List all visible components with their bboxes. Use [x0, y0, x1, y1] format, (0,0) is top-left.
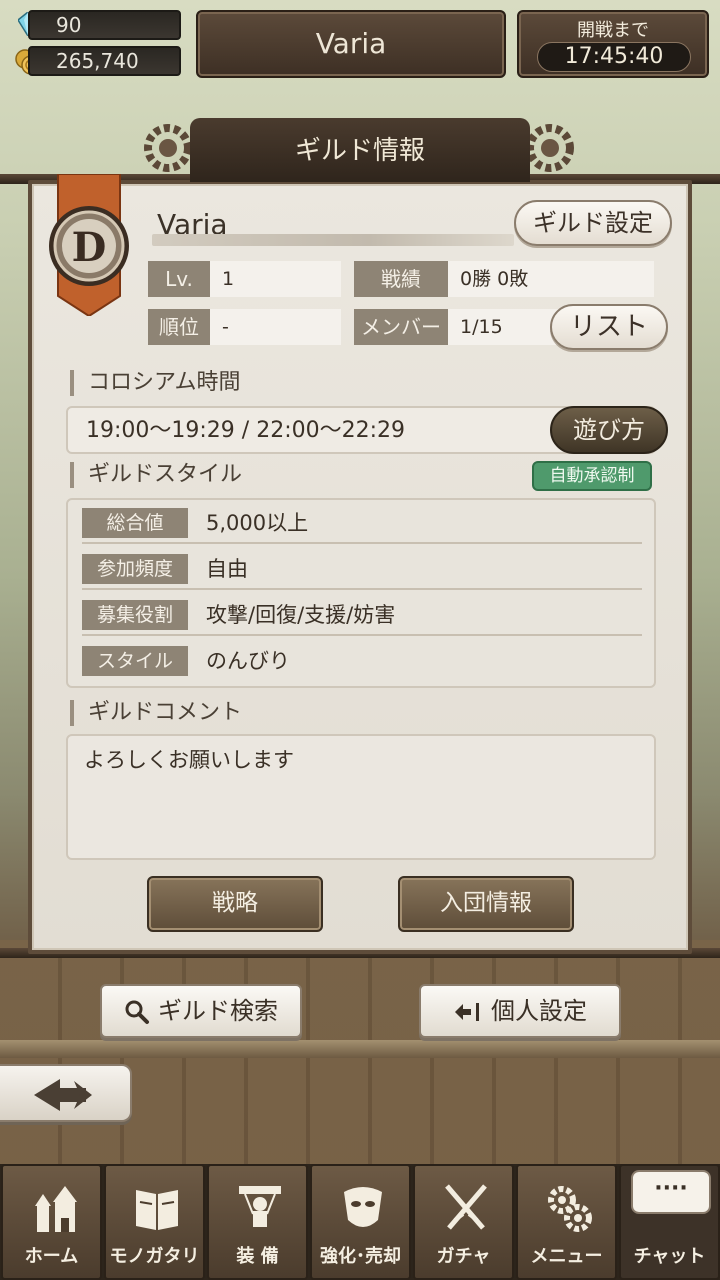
gem-count: 90 [28, 10, 181, 40]
guild-comment-heading: ギルドコメント [70, 700, 242, 726]
stat-level-label: Lv. [148, 261, 210, 297]
nav-gacha-label: ガチャ [436, 1246, 491, 1267]
style-row-label: 募集役割 [82, 600, 188, 630]
auto-approval-badge: 自動承認制 [532, 461, 652, 491]
personal-settings-button[interactable]: 個人設定 [419, 984, 621, 1038]
style-row-value: 自由 [206, 557, 248, 581]
nav-chat[interactable]: ···· チャット [619, 1164, 720, 1280]
nav-enhance-sell[interactable]: 強化･売却 [310, 1164, 411, 1280]
mask-icon [344, 1187, 382, 1227]
home-icon [35, 1186, 77, 1232]
style-row: 総合値 5,000以上 [82, 500, 642, 544]
nav-equipment-label: 装 備 [236, 1246, 279, 1267]
guild-comment: よろしくお願いします [66, 734, 656, 860]
style-row-label: 総合値 [82, 508, 188, 538]
coin-count: 265,740 [28, 46, 181, 76]
back-arrow-icon [34, 1079, 92, 1111]
stat-record-value: 0勝 0敗 [448, 261, 654, 297]
battle-countdown-label: 開戦まで [577, 20, 649, 41]
style-row-value: 5,000以上 [206, 511, 309, 535]
gear-ornament-icon [526, 124, 574, 172]
guild-name-plate: Varia [196, 10, 506, 78]
swords-icon [445, 1184, 487, 1230]
stat-members: メンバー 1/15 [354, 309, 564, 345]
nav-equipment[interactable]: 装 備 [207, 1164, 308, 1280]
book-icon [136, 1190, 178, 1230]
bottom-nav: ホーム モノガタリ 装 備 強化･売却 ガチャ メニュー ···· チャット [0, 1164, 720, 1280]
coliseum-time-heading: コロシアム時間 [70, 370, 240, 396]
strategy-button[interactable]: 戦略 [147, 876, 323, 932]
nav-enhance-sell-label: 強化･売却 [320, 1246, 401, 1267]
equipment-icon [239, 1186, 281, 1227]
style-row-label: スタイル [82, 646, 188, 676]
guild-rank-emblem: D [49, 174, 129, 316]
stat-record: 戦績 0勝 0敗 [354, 261, 654, 297]
guild-search-button[interactable]: ギルド検索 [100, 984, 302, 1038]
nav-story[interactable]: モノガタリ [104, 1164, 205, 1280]
style-row: 参加頻度 自由 [82, 546, 642, 590]
style-row-value: 攻撃/回復/支援/妨害 [206, 603, 396, 627]
stat-rank-value: - [210, 309, 341, 345]
nav-gacha[interactable]: ガチャ [413, 1164, 514, 1280]
deck-rail [0, 1040, 720, 1058]
guild-name-underline [152, 234, 514, 246]
how-to-play-button[interactable]: 遊び方 [550, 406, 668, 454]
battle-countdown: 開戦まで 17:45:40 [517, 10, 709, 78]
nav-story-label: モノガタリ [109, 1246, 200, 1267]
emblem-letter: D [72, 224, 107, 271]
nav-menu[interactable]: メニュー [516, 1164, 617, 1280]
stat-members-label: メンバー [354, 309, 448, 345]
guild-settings-button[interactable]: ギルド設定 [514, 200, 672, 246]
stat-level: Lv. 1 [148, 261, 341, 297]
style-row-value: のんびり [206, 649, 290, 673]
stat-members-value: 1/15 [448, 309, 564, 345]
nav-home-label: ホーム [24, 1246, 79, 1267]
stat-rank: 順位 - [148, 309, 341, 345]
panel-title: ギルド情報 [190, 118, 530, 182]
guild-style-table: 総合値 5,000以上 参加頻度 自由 募集役割 攻撃/回復/支援/妨害 スタイ… [66, 498, 656, 688]
back-button[interactable] [0, 1064, 132, 1122]
enter-arrow-icon [455, 1003, 479, 1021]
nav-menu-label: メニュー [530, 1246, 603, 1267]
style-row: スタイル のんびり [82, 638, 642, 682]
chat-icon: ···· [631, 1170, 711, 1214]
stat-rank-label: 順位 [148, 309, 210, 345]
member-list-button[interactable]: リスト [550, 304, 668, 350]
join-info-button[interactable]: 入団情報 [398, 876, 574, 932]
search-icon [125, 1000, 149, 1024]
style-row-label: 参加頻度 [82, 554, 188, 584]
style-row: 募集役割 攻撃/回復/支援/妨害 [82, 592, 642, 636]
nav-home[interactable]: ホーム [1, 1164, 102, 1280]
nav-chat-label: チャット [633, 1246, 706, 1267]
stat-record-label: 戦績 [354, 261, 448, 297]
battle-countdown-timer: 17:45:40 [537, 42, 691, 72]
gears-icon [548, 1186, 592, 1232]
stat-level-value: 1 [210, 261, 341, 297]
guild-style-heading: ギルドスタイル [70, 462, 242, 488]
guild-search-label: ギルド検索 [158, 997, 278, 1025]
gear-ornament-icon [144, 124, 192, 172]
personal-settings-label: 個人設定 [491, 997, 587, 1025]
